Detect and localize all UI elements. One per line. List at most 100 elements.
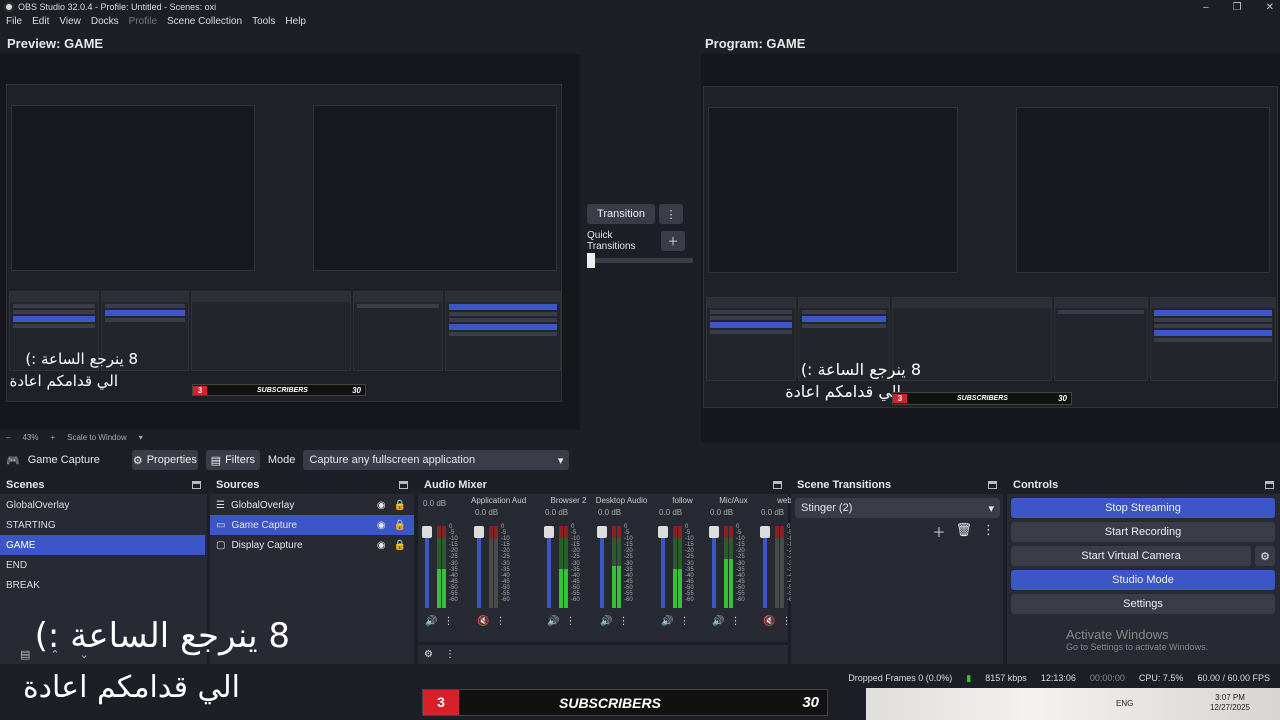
eye-icon[interactable]: ◉ <box>377 500 386 511</box>
menu-view[interactable]: View <box>59 16 81 32</box>
channel-menu-icon[interactable]: ⋮ <box>679 616 689 627</box>
undock-icon[interactable] <box>192 481 201 489</box>
speaker-icon[interactable]: 🔊 <box>661 616 673 627</box>
add-scene-icon[interactable]: ▤ <box>20 648 30 661</box>
zoom-in-button[interactable]: + <box>50 433 55 442</box>
scene-item-end[interactable]: END <box>0 555 207 575</box>
channel-menu-icon[interactable]: ⋮ <box>730 616 740 627</box>
channel-menu-icon[interactable]: ⋮ <box>565 616 575 627</box>
properties-button[interactable]: ⚙ Properties <box>131 450 198 470</box>
close-button[interactable]: ✕ <box>1266 2 1274 13</box>
undock-icon[interactable] <box>773 481 782 489</box>
menu-file[interactable]: File <box>6 16 22 32</box>
language-indicator[interactable]: ENG <box>1116 699 1133 708</box>
preview-overlay-line2: الي قدامكم اعادة <box>9 372 118 390</box>
chevron-down-icon[interactable]: ⌄ <box>80 648 89 661</box>
capture-mode-select[interactable]: Capture any fullscreen application ▾ <box>303 450 570 470</box>
volume-slider[interactable] <box>763 528 767 608</box>
preview-canvas[interactable]: 8 ينرجع الساعة :) الي قدامكم اعادة 3 SUB… <box>0 54 580 430</box>
fps: 60.00 / 60.00 FPS <box>1197 673 1270 683</box>
menu-tools[interactable]: Tools <box>252 16 275 32</box>
lock-icon[interactable]: 🔒 <box>394 500 406 511</box>
undock-icon[interactable] <box>399 481 408 489</box>
meter-scale: 0-5-10-15-20-25-30-35-40-45-50-55-60 <box>449 524 458 603</box>
source-item-display-capture[interactable]: ▢ Display Capture ◉ 🔒 <box>210 535 414 555</box>
transition-select[interactable]: Stinger (2) ▾ <box>795 498 1000 518</box>
volume-slider-handle[interactable] <box>544 526 554 538</box>
transition-slider-handle[interactable] <box>587 253 595 268</box>
menu-profile[interactable]: Profile <box>129 16 157 32</box>
scale-mode-dropdown-icon[interactable]: ▾ <box>139 433 143 442</box>
program-sub-word: SUBSCRIBERS <box>957 395 1008 402</box>
meter-scale: 0-5-10-15-20-25-30-35-40-45-50-55-60 <box>624 524 633 603</box>
menu-docks[interactable]: Docks <box>91 16 119 32</box>
scene-item-starting[interactable]: STARTING <box>0 515 207 535</box>
volume-slider[interactable] <box>477 528 481 608</box>
studio-mode-button[interactable]: Studio Mode <box>1011 570 1275 590</box>
volume-slider[interactable] <box>661 528 665 608</box>
muted-speaker-icon[interactable]: 🔇 <box>763 616 775 627</box>
scene-item-game[interactable]: GAME <box>0 535 205 555</box>
speaker-icon[interactable]: 🔊 <box>547 616 559 627</box>
channel-menu-icon[interactable]: ⋮ <box>781 616 791 627</box>
volume-slider[interactable] <box>425 528 429 608</box>
menu-help[interactable]: Help <box>285 16 306 32</box>
menu-scene-collection[interactable]: Scene Collection <box>167 16 242 32</box>
volume-slider-handle[interactable] <box>422 526 432 538</box>
speaker-icon[interactable]: 🔊 <box>425 616 437 627</box>
volume-slider-handle[interactable] <box>597 526 607 538</box>
preview-subscriber-bar: 3 SUBSCRIBERS 30 <box>192 384 366 396</box>
filters-button[interactable]: ▤ Filters <box>205 450 260 470</box>
scale-tick: -35 <box>571 566 580 573</box>
channel-menu-icon[interactable]: ⋮ <box>618 616 628 627</box>
eye-icon[interactable]: ◉ <box>377 520 386 531</box>
zoom-out-button[interactable]: – <box>6 433 10 442</box>
start-recording-button[interactable]: Start Recording <box>1011 522 1275 542</box>
add-icon[interactable]: ＋ <box>932 522 945 541</box>
menu-edit[interactable]: Edit <box>32 16 49 32</box>
start-virtual-camera-button[interactable]: Start Virtual Camera <box>1011 546 1251 566</box>
scale-tick: -60 <box>736 597 745 604</box>
chevron-up-icon[interactable]: ⌃ <box>50 648 59 661</box>
source-item-globaloverlay[interactable]: ☰ GlobalOverlay ◉ 🔒 <box>210 495 414 515</box>
volume-slider-handle[interactable] <box>474 526 484 538</box>
volume-slider-handle[interactable] <box>658 526 668 538</box>
mixer-menu-icon[interactable]: ⋮ <box>445 649 455 660</box>
speaker-icon[interactable]: 🔊 <box>600 616 612 627</box>
trash-icon[interactable]: 🗑 <box>955 522 972 541</box>
scale-tick: -25 <box>449 554 458 561</box>
maximize-button[interactable]: ❐ <box>1233 2 1242 13</box>
scale-tick: -25 <box>571 554 580 561</box>
lock-icon[interactable]: 🔒 <box>394 540 406 551</box>
level-meter <box>442 526 446 608</box>
undock-icon[interactable] <box>1265 481 1274 489</box>
stop-streaming-button[interactable]: Stop Streaming <box>1011 498 1275 518</box>
mixer-settings-icon[interactable]: ⚙ <box>424 649 433 660</box>
taskbar-clock[interactable]: 3:07 PM 12/27/2025 <box>1210 693 1250 713</box>
transition-menu-button[interactable]: ⋮ <box>659 204 683 224</box>
volume-slider[interactable] <box>712 528 716 608</box>
virtual-camera-settings-button[interactable]: ⚙ <box>1255 546 1275 566</box>
eye-icon[interactable]: ◉ <box>377 540 386 551</box>
transition-slider[interactable] <box>587 253 693 268</box>
volume-slider-handle[interactable] <box>709 526 719 538</box>
meter-scale: 0-5-10-15-20-25-30-35-40-45-50-55-60 <box>736 524 745 603</box>
speaker-icon[interactable]: 🔊 <box>712 616 724 627</box>
lock-icon[interactable]: 🔒 <box>394 520 406 531</box>
muted-speaker-icon[interactable]: 🔇 <box>477 616 489 627</box>
volume-slider-handle[interactable] <box>760 526 770 538</box>
settings-button[interactable]: Settings <box>1011 594 1275 614</box>
minimize-button[interactable]: – <box>1203 2 1209 13</box>
undock-icon[interactable] <box>988 481 997 489</box>
scene-item-globaloverlay[interactable]: GlobalOverlay <box>0 495 207 515</box>
more-icon[interactable]: ⋮ <box>982 522 995 541</box>
source-item-game-capture[interactable]: ▭ Game Capture ◉ 🔒 <box>210 515 414 535</box>
transition-button[interactable]: Transition <box>587 204 655 224</box>
channel-menu-icon[interactable]: ⋮ <box>495 616 505 627</box>
volume-slider[interactable] <box>547 528 551 608</box>
scene-item-break[interactable]: BREAK <box>0 575 207 595</box>
add-quick-transition-button[interactable]: ＋ <box>661 231 685 251</box>
channel-menu-icon[interactable]: ⋮ <box>443 616 453 627</box>
scale-mode[interactable]: Scale to Window <box>67 433 127 442</box>
volume-slider[interactable] <box>600 528 604 608</box>
